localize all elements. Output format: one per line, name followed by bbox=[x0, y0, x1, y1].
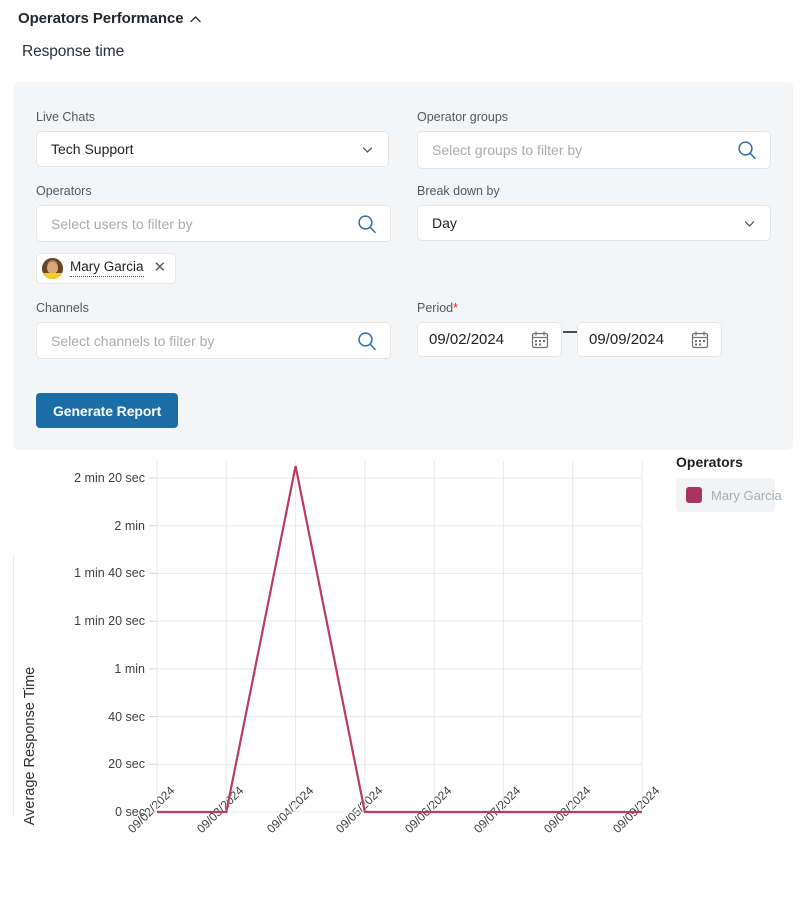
break-down-by-label: Break down by bbox=[417, 184, 500, 198]
operators-label: Operators bbox=[36, 184, 92, 198]
calendar-icon[interactable] bbox=[690, 330, 710, 350]
period-to-value: 09/09/2024 bbox=[589, 331, 665, 348]
operators-input-wrap[interactable]: Select users to filter by bbox=[36, 205, 391, 242]
avatar bbox=[42, 258, 63, 279]
period-from-value: 09/02/2024 bbox=[429, 331, 505, 348]
search-icon[interactable] bbox=[355, 212, 379, 236]
channels-input[interactable]: Select channels to filter by bbox=[37, 333, 355, 349]
legend-item-mary-garcia[interactable]: Mary Garcia bbox=[676, 478, 782, 512]
period-label: Period* bbox=[417, 301, 458, 315]
live-chats-label: Live Chats bbox=[36, 110, 96, 124]
section-title: Response time bbox=[22, 43, 125, 60]
period-label-text: Period bbox=[417, 301, 454, 315]
plot-svg bbox=[149, 461, 643, 814]
period-from-input[interactable]: 09/02/2024 bbox=[417, 322, 562, 357]
live-chats-value: Tech Support bbox=[51, 141, 134, 157]
calendar-icon[interactable] bbox=[530, 330, 550, 350]
chevron-down-icon[interactable] bbox=[738, 212, 760, 234]
operator-groups-input[interactable]: Select groups to filter by bbox=[418, 142, 735, 158]
operator-chip-label: Mary Garcia bbox=[70, 259, 144, 277]
chevron-down-icon[interactable] bbox=[356, 138, 378, 160]
period-separator bbox=[563, 331, 577, 333]
required-marker: * bbox=[453, 301, 459, 315]
operator-groups-label: Operator groups bbox=[417, 110, 509, 124]
legend-color-swatch bbox=[686, 487, 702, 503]
close-icon[interactable]: ✕ bbox=[151, 260, 170, 277]
live-chats-select[interactable]: Tech Support bbox=[36, 131, 389, 167]
operator-groups-input-wrap[interactable]: Select groups to filter by bbox=[417, 131, 771, 169]
channels-input-wrap[interactable]: Select channels to filter by bbox=[36, 322, 391, 359]
channels-label: Channels bbox=[36, 301, 89, 315]
chart: Average Response Time 0 sec 20 sec 40 sec 1… bbox=[0, 450, 805, 898]
break-down-by-select[interactable]: Day bbox=[417, 205, 771, 241]
period-to-input[interactable]: 09/09/2024 bbox=[577, 322, 722, 357]
panel-header: Operators Performance bbox=[14, 4, 805, 32]
chevron-up-icon[interactable] bbox=[189, 13, 202, 26]
operators-input[interactable]: Select users to filter by bbox=[37, 216, 355, 232]
legend-item-label: Mary Garcia bbox=[711, 487, 782, 503]
legend-title: Operators bbox=[676, 454, 743, 470]
chart-legend: Operators Mary Garcia bbox=[676, 454, 796, 512]
page-title: Operators Performance bbox=[18, 9, 184, 27]
operator-chip-mary-garcia[interactable]: Mary Garcia ✕ bbox=[36, 253, 177, 284]
search-icon[interactable] bbox=[735, 138, 759, 162]
search-icon[interactable] bbox=[355, 329, 379, 353]
generate-report-button[interactable]: Generate Report bbox=[36, 393, 179, 428]
report-page: Operators Performance Response time Live… bbox=[0, 0, 805, 898]
break-down-by-value: Day bbox=[432, 215, 457, 231]
